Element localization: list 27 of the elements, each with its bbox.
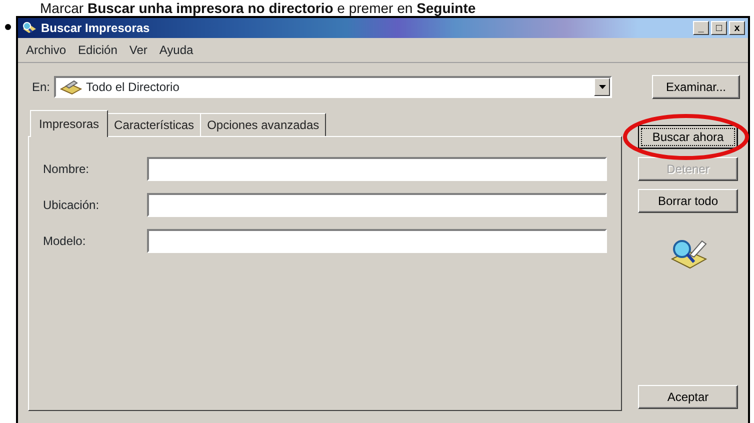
- maximize-button[interactable]: □: [711, 21, 727, 35]
- browse-button[interactable]: Examinar...: [652, 75, 740, 99]
- action-button[interactable]: Buscar ahora: [638, 125, 738, 149]
- dropdown-value: Todo el Directorio: [86, 79, 180, 96]
- tab[interactable]: Opciones avanzadas: [200, 113, 326, 137]
- action-button[interactable]: Borrar todo: [638, 189, 738, 213]
- location-label: En:: [32, 79, 50, 96]
- tab[interactable]: Impresoras: [30, 110, 108, 137]
- ok-button[interactable]: Aceptar: [638, 385, 738, 409]
- input-field[interactable]: [147, 157, 607, 181]
- field-label: Ubicación:: [43, 197, 100, 214]
- menu-item[interactable]: Ver: [129, 41, 148, 59]
- field-label: Modelo:: [43, 233, 87, 250]
- close-button[interactable]: x: [729, 21, 745, 35]
- menu-item[interactable]: Edición: [78, 41, 118, 59]
- instruction-text: Marcar Buscar unha impresora no directorio e premer en Seguinte: [39, 0, 477, 16]
- window-title: Buscar Impresoras: [41, 20, 150, 37]
- printer-search-icon: [21, 21, 37, 35]
- minimize-button[interactable]: _: [693, 21, 709, 35]
- input-field[interactable]: [147, 193, 607, 217]
- menu-item[interactable]: Ayuda: [159, 41, 194, 59]
- menu-item[interactable]: Archivo: [26, 41, 66, 59]
- bullet-dot: [5, 24, 11, 30]
- location-dropdown[interactable]: Todo el Directorio: [54, 76, 612, 98]
- printer-icon: [60, 79, 82, 95]
- field-label: Nombre:: [43, 161, 90, 178]
- input-field[interactable]: [147, 229, 607, 253]
